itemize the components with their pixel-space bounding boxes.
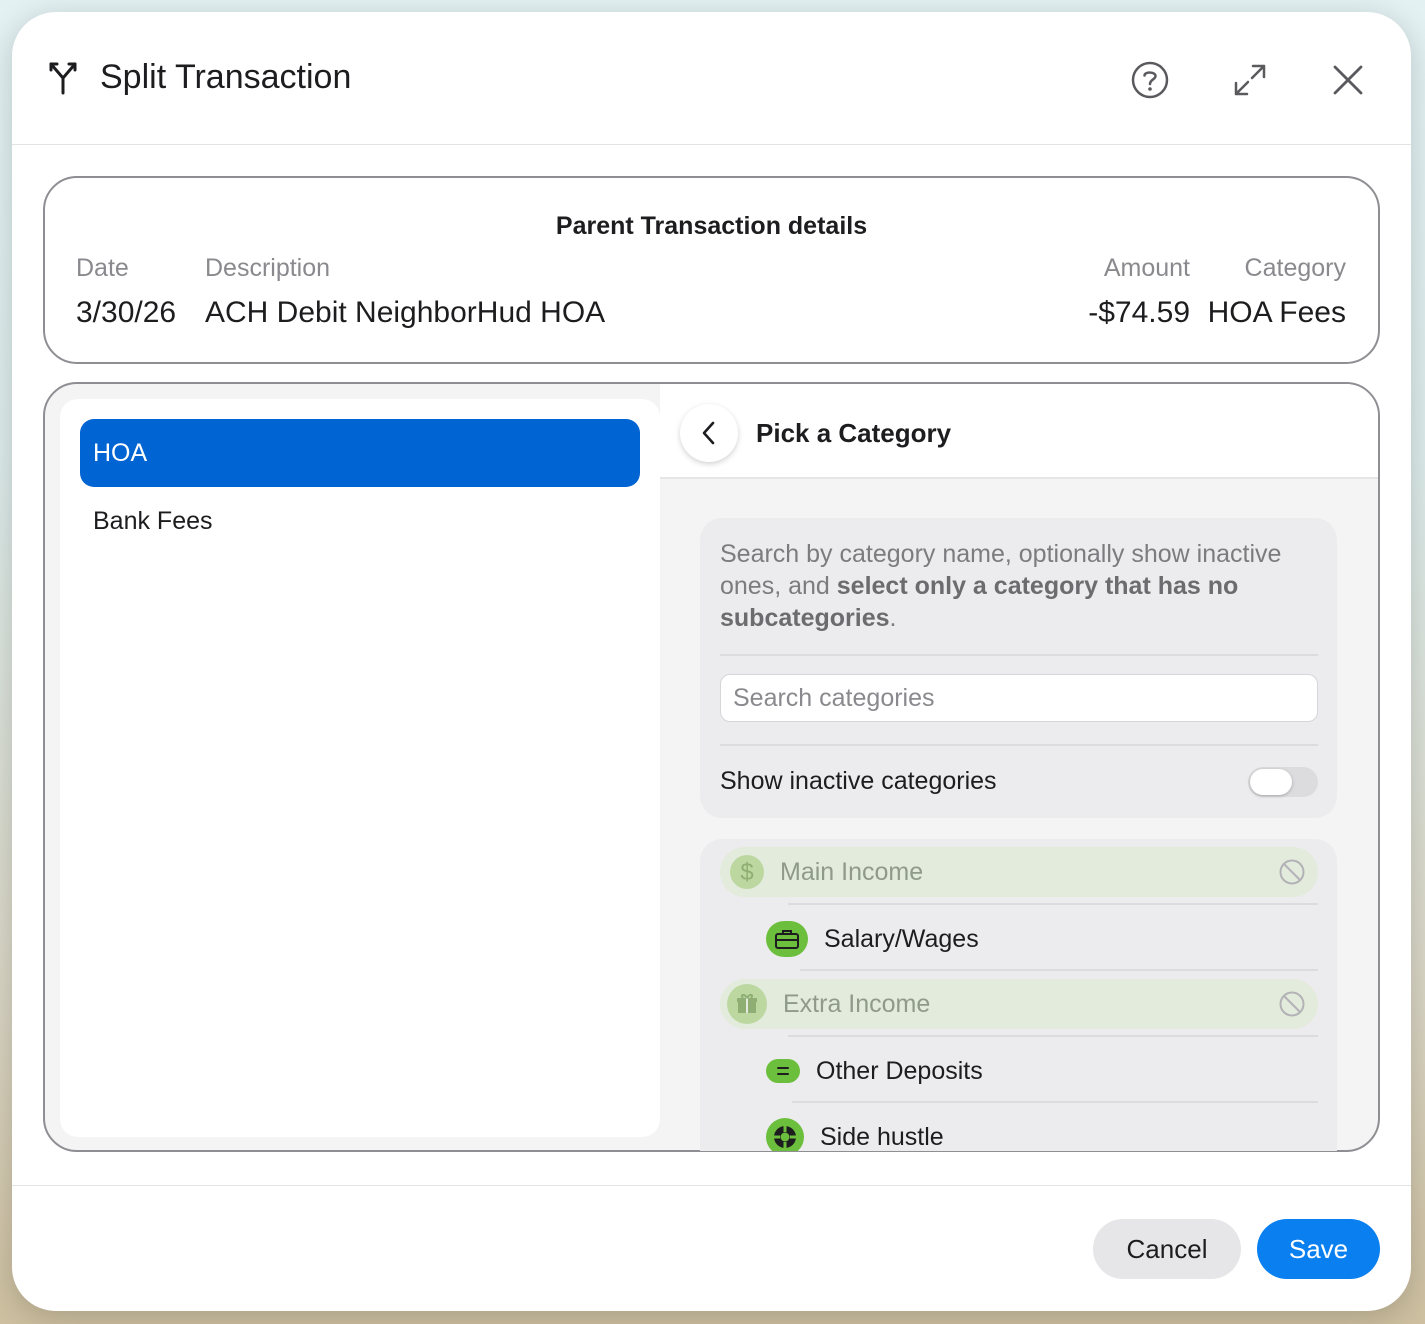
category-label: Main Income — [780, 857, 924, 886]
category-main-income: $ Main Income — [720, 847, 1318, 897]
divider — [792, 1101, 1318, 1103]
date-label: Date — [76, 254, 129, 282]
close-button[interactable] — [1324, 56, 1372, 104]
category-help-text: Search by category name, optionally show… — [720, 540, 1282, 632]
svg-text:$: $ — [740, 859, 753, 885]
show-inactive-toggle[interactable] — [1248, 767, 1318, 797]
show-inactive-label: Show inactive categories — [720, 767, 997, 795]
category-label: Side hustle — [820, 1122, 944, 1151]
back-button[interactable] — [680, 404, 738, 462]
dollar-icon: $ — [730, 855, 764, 889]
toggle-knob — [1250, 769, 1292, 795]
split-item-bank-fees[interactable]: Bank Fees — [80, 487, 640, 555]
dialog-title: Split Transaction — [100, 58, 352, 96]
category-other-deposits[interactable]: Other Deposits — [720, 1047, 1318, 1095]
split-list: HOA Bank Fees — [60, 399, 660, 1137]
parent-transaction-heading: Parent Transaction details — [555, 212, 868, 240]
category-list: $ Main Income Salary/Wages Extra Income … — [700, 839, 1337, 1151]
category-picker-header: Pick a Category — [660, 384, 1378, 479]
split-transaction-dialog: Split Transaction Parent Transaction det… — [12, 12, 1411, 1311]
briefcase-icon — [766, 921, 808, 957]
split-item-hoa[interactable]: HOA — [80, 419, 640, 487]
not-allowed-icon — [1279, 859, 1305, 885]
save-button[interactable]: Save — [1257, 1219, 1380, 1279]
category-label: Category — [1244, 254, 1346, 282]
date-value: 3/30/26 — [76, 296, 177, 329]
category-side-hustle[interactable]: Side hustle — [720, 1113, 1318, 1151]
amount-value: -$74.59 — [1088, 296, 1190, 329]
category-label: Extra Income — [783, 989, 931, 1018]
expand-button[interactable] — [1226, 56, 1274, 104]
cancel-button[interactable]: Cancel — [1093, 1219, 1241, 1279]
parent-transaction-card: Parent Transaction details Date Descript… — [43, 176, 1380, 364]
chevron-left-icon — [702, 421, 715, 445]
category-salary-wages[interactable]: Salary/Wages — [720, 915, 1318, 963]
help-icon — [1131, 61, 1169, 99]
close-icon — [1333, 65, 1363, 95]
description-value: ACH Debit NeighborHud HOA — [205, 296, 606, 329]
divider — [720, 744, 1318, 746]
category-search-panel: Search by category name, optionally show… — [700, 518, 1337, 818]
lifebuoy-icon — [766, 1118, 804, 1151]
gift-icon — [727, 984, 767, 1024]
expand-icon — [1234, 64, 1266, 96]
category-picker-title: Pick a Category — [756, 418, 952, 448]
divider — [800, 969, 1318, 971]
divider — [788, 1035, 1318, 1037]
divider — [788, 903, 1318, 905]
category-extra-income: Extra Income — [720, 979, 1318, 1029]
equals-icon — [766, 1059, 800, 1083]
category-label: Salary/Wages — [824, 924, 979, 953]
divider — [720, 654, 1318, 656]
split-icon — [49, 62, 77, 95]
category-value: HOA Fees — [1207, 296, 1346, 329]
category-label: Other Deposits — [816, 1056, 983, 1085]
description-label: Description — [205, 254, 331, 282]
dialog-header: Split Transaction — [12, 12, 1411, 145]
not-allowed-icon — [1279, 991, 1305, 1017]
amount-label: Amount — [1103, 254, 1190, 282]
search-categories-input[interactable] — [720, 674, 1318, 722]
help-button[interactable] — [1126, 56, 1174, 104]
